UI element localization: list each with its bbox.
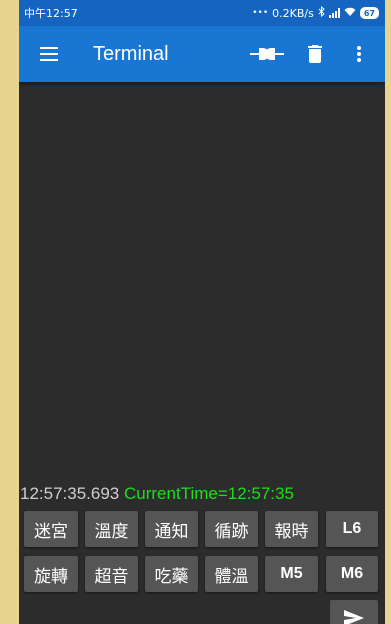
signal-icon bbox=[328, 8, 340, 18]
menu-button[interactable] bbox=[21, 26, 77, 82]
wifi-icon bbox=[344, 7, 356, 20]
macro-button-l6[interactable]: L6 bbox=[326, 511, 378, 547]
macro-button-rotate[interactable]: 旋轉 bbox=[24, 556, 78, 592]
send-icon bbox=[344, 610, 364, 624]
more-vert-icon bbox=[357, 46, 361, 62]
delete-button[interactable] bbox=[293, 26, 337, 82]
page-title: Terminal bbox=[93, 42, 169, 65]
phone-screen: 中午12:57 ••• 0.2KB/s 67 Terminal 12:57:35… bbox=[19, 0, 385, 624]
log-timestamp: 12:57:35.693 bbox=[20, 484, 120, 503]
status-dots: ••• bbox=[252, 8, 269, 18]
macro-button-m5[interactable]: M5 bbox=[265, 556, 318, 592]
macro-button-line-follow[interactable]: 循跡 bbox=[205, 511, 258, 547]
status-bar: 中午12:57 ••• 0.2KB/s 67 bbox=[19, 0, 385, 26]
send-button[interactable] bbox=[330, 600, 378, 624]
connect-button[interactable] bbox=[245, 26, 289, 82]
macro-button-body-temp[interactable]: 體溫 bbox=[205, 556, 258, 592]
battery-level: 67 bbox=[363, 8, 375, 18]
delete-icon bbox=[308, 45, 322, 63]
app-bar: Terminal bbox=[19, 26, 385, 82]
macro-button-m6[interactable]: M6 bbox=[326, 556, 378, 592]
log-message: CurrentTime=12:57:35 bbox=[124, 484, 294, 503]
log-line: 12:57:35.693 CurrentTime=12:57:35 bbox=[20, 484, 294, 504]
network-speed: 0.2KB/s bbox=[272, 6, 314, 20]
more-options-button[interactable] bbox=[337, 26, 381, 82]
connect-icon bbox=[250, 48, 284, 60]
macro-button-temperature[interactable]: 溫度 bbox=[85, 511, 138, 547]
battery-icon: 67 bbox=[359, 7, 379, 19]
macro-button-report-time[interactable]: 報時 bbox=[265, 511, 318, 547]
terminal-output[interactable] bbox=[19, 82, 385, 512]
status-time: 中午12:57 bbox=[24, 7, 78, 20]
bluetooth-icon bbox=[318, 5, 325, 20]
macro-button-ultrasonic[interactable]: 超音 bbox=[85, 556, 138, 592]
macro-button-notify[interactable]: 通知 bbox=[145, 511, 198, 547]
menu-icon bbox=[40, 47, 58, 61]
macro-button-medicine[interactable]: 吃藥 bbox=[145, 556, 198, 592]
macro-button-maze[interactable]: 迷宮 bbox=[24, 511, 78, 547]
status-indicators: ••• 0.2KB/s 67 bbox=[252, 5, 379, 20]
